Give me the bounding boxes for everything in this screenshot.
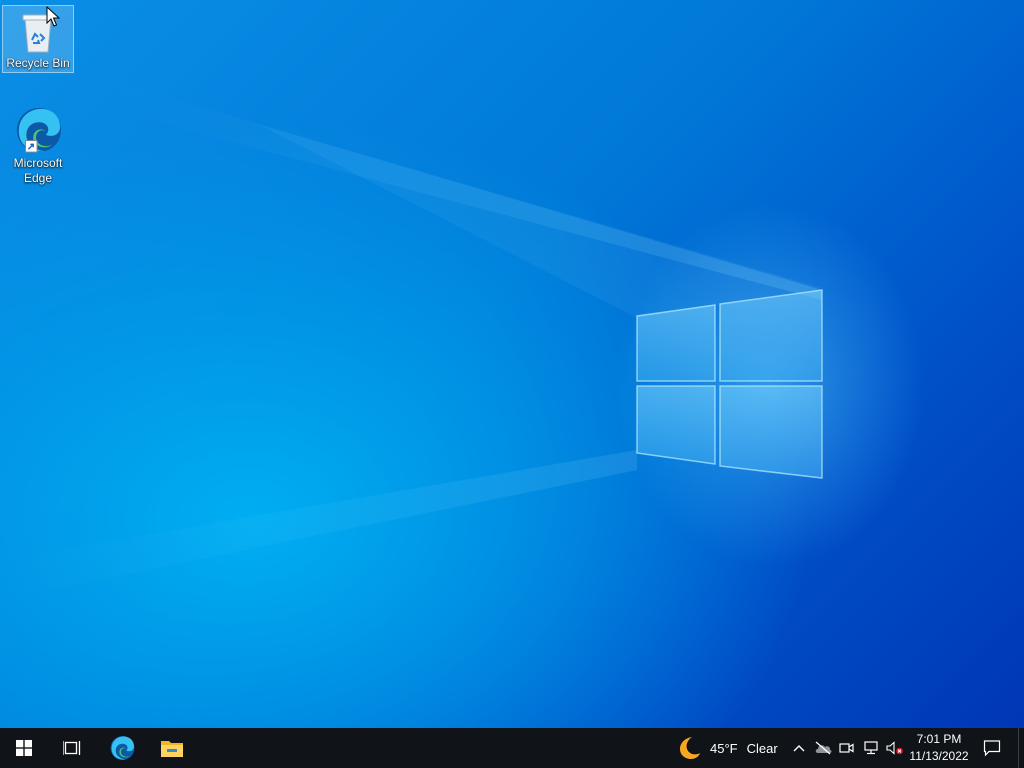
- network-icon: [864, 741, 878, 755]
- desktop-icon-recycle-bin[interactable]: Recycle Bin: [2, 5, 74, 73]
- desktop[interactable]: Recycle Bin Microsoft Edge: [0, 0, 1024, 728]
- taskbar-file-explorer-button[interactable]: [148, 728, 196, 768]
- edge-icon: [16, 107, 62, 153]
- wallpaper-windows-logo: [0, 80, 823, 600]
- task-view-icon: [63, 741, 81, 755]
- weather-widget[interactable]: 45°F Clear: [672, 728, 784, 768]
- weather-temperature: 45°F: [710, 740, 738, 756]
- edge-icon: [110, 736, 135, 760]
- chevron-up-icon: [793, 745, 805, 752]
- taskbar: 45°F Clear 7:01 PM 11/13/2022: [0, 728, 1024, 768]
- clock-date: 11/13/2022: [909, 749, 969, 763]
- show-hidden-icons-button[interactable]: [788, 728, 810, 768]
- mouse-cursor-icon: [46, 6, 60, 27]
- windows-start-icon: [16, 740, 32, 756]
- file-explorer-icon: [161, 741, 183, 757]
- meet-now-tray-button[interactable]: [836, 728, 858, 768]
- volume-tray-button[interactable]: [884, 728, 906, 768]
- onedrive-tray-button[interactable]: [812, 728, 834, 768]
- action-center-icon: [983, 740, 1001, 757]
- volume-muted-icon: [886, 741, 903, 755]
- task-view-button[interactable]: [48, 728, 96, 768]
- weather-condition: Clear: [746, 740, 778, 756]
- moon-icon: [680, 737, 700, 759]
- show-desktop-button[interactable]: [1018, 728, 1024, 768]
- start-button[interactable]: [0, 728, 48, 768]
- taskbar-edge-button[interactable]: [98, 728, 146, 768]
- action-center-button[interactable]: [978, 728, 1006, 768]
- desktop-icon-microsoft-edge[interactable]: Microsoft Edge: [2, 102, 74, 186]
- clock-time: 7:01 PM: [916, 732, 962, 746]
- desktop-icon-label: Recycle Bin: [6, 56, 70, 70]
- onedrive-icon: [815, 741, 832, 755]
- desktop-icon-label: Microsoft Edge: [13, 156, 63, 185]
- clock[interactable]: 7:01 PM 11/13/2022: [904, 728, 974, 768]
- meet-now-icon: [839, 743, 854, 753]
- network-tray-button[interactable]: [860, 728, 882, 768]
